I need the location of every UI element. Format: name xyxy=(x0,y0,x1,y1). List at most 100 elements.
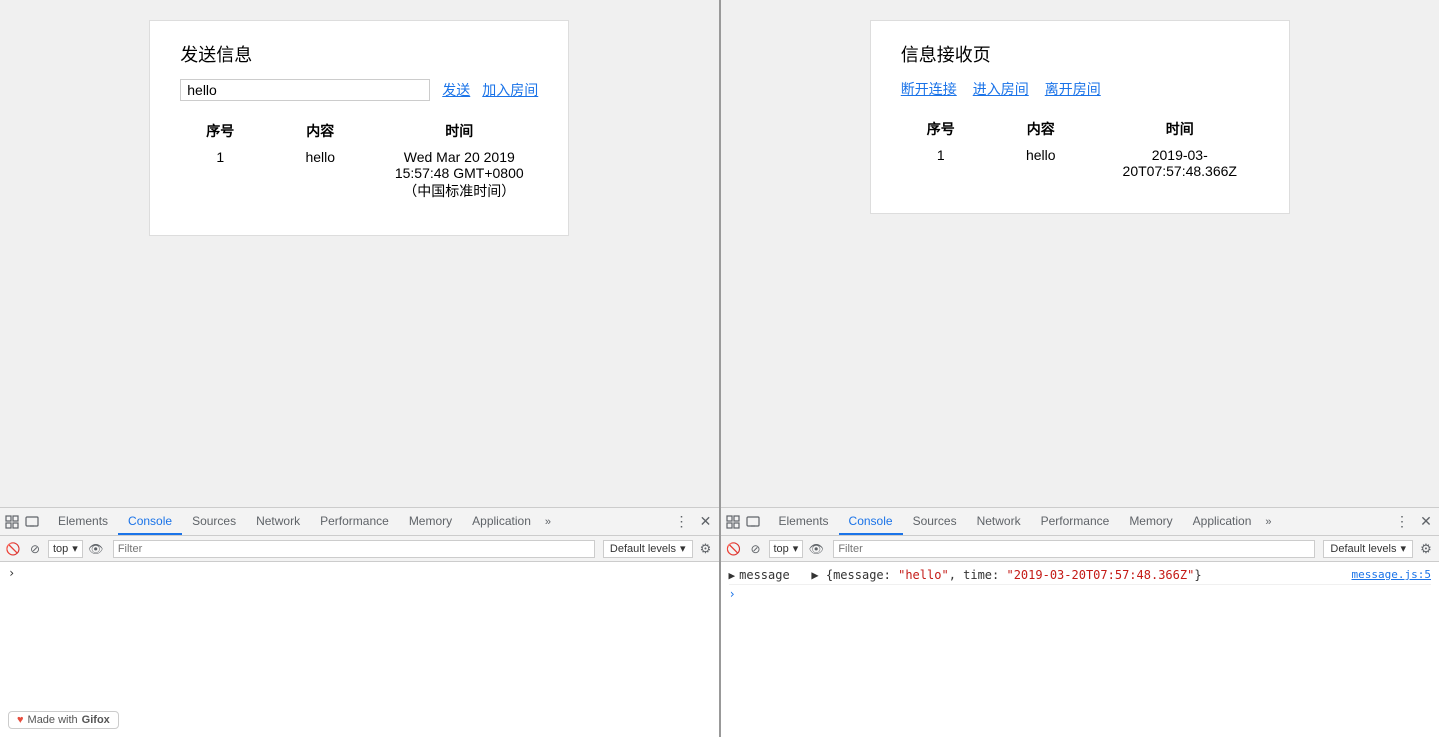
left-tab-memory[interactable]: Memory xyxy=(399,508,462,535)
right-tab-performance[interactable]: Performance xyxy=(1031,508,1120,535)
left-app-box: 发送信息 发送 加入房间 序号 内容 时间 1 xyxy=(149,20,569,236)
left-page-title: 发送信息 xyxy=(180,41,538,67)
left-devtools-menu-icon[interactable]: ⋮ xyxy=(673,513,691,531)
left-send-button[interactable]: 发送 xyxy=(442,80,470,100)
gifox-label: Made with xyxy=(28,714,78,726)
left-col-seq-header: 序号 xyxy=(180,117,260,145)
left-devtools-close-icon[interactable]: ✕ xyxy=(697,513,715,531)
right-log-arrow[interactable]: ▶ xyxy=(811,568,818,582)
left-device-icon[interactable] xyxy=(24,514,40,530)
right-enter-button[interactable]: 进入房间 xyxy=(973,79,1029,99)
left-tab-network[interactable]: Network xyxy=(246,508,310,535)
left-toolbar-block-icon[interactable]: ⊘ xyxy=(26,540,44,558)
left-col-content-header: 内容 xyxy=(260,117,380,145)
left-cell-time: Wed Mar 20 2019 15:57:48 GMT+0800 （中国标准时… xyxy=(380,145,538,205)
right-console-body: ▶ message ▶ {message: "hello", time: "20… xyxy=(721,562,1439,737)
left-levels-select[interactable]: Default levels ▾ xyxy=(603,540,693,558)
left-join-button[interactable]: 加入房间 xyxy=(482,80,538,100)
right-devtools-menu-icon[interactable]: ⋮ xyxy=(1393,513,1411,531)
gifox-brand: Gifox xyxy=(82,714,110,726)
right-col-seq-header: 序号 xyxy=(901,115,981,143)
left-browser-pane: 发送信息 发送 加入房间 序号 内容 时间 1 xyxy=(0,0,719,737)
right-cell-time: 2019-03-20T07:57:48.366Z xyxy=(1101,143,1259,183)
left-toolbar-clear-icon[interactable]: 🚫 xyxy=(4,540,22,558)
right-col-time-header: 时间 xyxy=(1101,115,1259,143)
left-filter-input[interactable] xyxy=(113,540,595,558)
left-table-row: 1 hello Wed Mar 20 2019 15:57:48 GMT+080… xyxy=(180,145,538,205)
right-toolbar-clear-icon[interactable]: 🚫 xyxy=(725,540,743,558)
right-tab-console[interactable]: Console xyxy=(839,508,903,535)
right-console-prompt[interactable]: › xyxy=(729,585,1432,603)
right-devtools-panel: Elements Console Sources Network Perform… xyxy=(721,507,1439,737)
left-cell-content: hello xyxy=(260,145,380,205)
left-devtools-panel: Elements Console Sources Network Perform… xyxy=(0,507,719,737)
right-leave-button[interactable]: 离开房间 xyxy=(1045,79,1101,99)
left-devtools-tabs: Elements Console Sources Network Perform… xyxy=(0,508,719,536)
right-log-text: message ▶ {message: "hello", time: "2019… xyxy=(739,568,1347,582)
left-context-label: top xyxy=(53,543,68,555)
left-console-caret[interactable]: › xyxy=(8,566,15,580)
right-tab-network[interactable]: Network xyxy=(967,508,1031,535)
right-cell-content: hello xyxy=(981,143,1101,183)
right-browser-pane: 信息接收页 断开连接 进入房间 离开房间 序号 内容 时间 xyxy=(721,0,1439,737)
right-devtools-tabs: Elements Console Sources Network Perform… xyxy=(721,508,1439,536)
left-tab-application[interactable]: Application xyxy=(462,508,541,535)
right-levels-arrow: ▾ xyxy=(1400,542,1406,555)
gifox-badge: ♥ Made with Gifox xyxy=(8,711,119,729)
right-console-log-row: ▶ message ▶ {message: "hello", time: "20… xyxy=(729,566,1432,585)
left-devtools-actions: ⋮ ✕ xyxy=(673,513,715,531)
right-tab-more[interactable]: » xyxy=(1265,516,1271,528)
left-levels-arrow: ▾ xyxy=(680,542,686,555)
right-disconnect-button[interactable]: 断开连接 xyxy=(901,79,957,99)
right-eye-icon[interactable]: 👁 xyxy=(807,540,825,558)
right-cell-seq: 1 xyxy=(901,143,981,183)
left-devtools-left-icons xyxy=(4,514,40,530)
left-tab-console[interactable]: Console xyxy=(118,508,182,535)
right-page-title: 信息接收页 xyxy=(901,41,1259,67)
right-tab-application[interactable]: Application xyxy=(1183,508,1262,535)
right-data-table: 序号 内容 时间 1 hello 2019-03-20T07:57:48.366… xyxy=(901,115,1259,183)
right-log-file-link[interactable]: message.js:5 xyxy=(1352,568,1431,581)
left-data-table: 序号 内容 时间 1 hello Wed Mar 20 2019 15:57:4… xyxy=(180,117,538,205)
right-devtools-left-icons xyxy=(725,514,761,530)
right-filter-input[interactable] xyxy=(833,540,1315,558)
left-context-select[interactable]: top ▾ xyxy=(48,540,83,558)
left-tab-performance[interactable]: Performance xyxy=(310,508,399,535)
left-page-content: 发送信息 发送 加入房间 序号 内容 时间 1 xyxy=(0,0,719,507)
left-tab-sources[interactable]: Sources xyxy=(182,508,246,535)
right-levels-select[interactable]: Default levels ▾ xyxy=(1323,540,1413,558)
right-tab-memory[interactable]: Memory xyxy=(1119,508,1182,535)
right-inspect-icon[interactable] xyxy=(725,514,741,530)
right-context-label: top xyxy=(774,543,789,555)
left-cell-seq: 1 xyxy=(180,145,260,205)
left-message-input[interactable] xyxy=(180,79,430,101)
left-tab-more[interactable]: » xyxy=(545,516,551,528)
right-log-content: {message: "hello", time: "2019-03-20T07:… xyxy=(826,568,1202,582)
right-log-caret[interactable]: ▶ xyxy=(729,569,736,582)
right-device-icon[interactable] xyxy=(745,514,761,530)
left-eye-icon[interactable]: 👁 xyxy=(87,540,105,558)
left-gear-icon[interactable]: ⚙ xyxy=(697,540,715,558)
right-toolbar-block-icon[interactable]: ⊘ xyxy=(747,540,765,558)
right-btn-group: 断开连接 进入房间 离开房间 xyxy=(901,79,1259,99)
left-levels-label: Default levels xyxy=(610,543,676,555)
left-inspect-icon[interactable] xyxy=(4,514,20,530)
right-col-content-header: 内容 xyxy=(981,115,1101,143)
right-table-row: 1 hello 2019-03-20T07:57:48.366Z xyxy=(901,143,1259,183)
right-tab-sources[interactable]: Sources xyxy=(903,508,967,535)
right-devtools-actions: ⋮ ✕ xyxy=(1393,513,1435,531)
right-context-select[interactable]: top ▾ xyxy=(769,540,804,558)
right-page-content: 信息接收页 断开连接 进入房间 离开房间 序号 内容 时间 xyxy=(721,0,1439,507)
left-context-arrow: ▾ xyxy=(72,542,78,555)
right-devtools-toolbar: 🚫 ⊘ top ▾ 👁 Default levels ▾ ⚙ xyxy=(721,536,1439,562)
left-input-row: 发送 加入房间 xyxy=(180,79,538,101)
right-levels-label: Default levels xyxy=(1330,543,1396,555)
right-gear-icon[interactable]: ⚙ xyxy=(1417,540,1435,558)
right-devtools-close-icon[interactable]: ✕ xyxy=(1417,513,1435,531)
left-col-time-header: 时间 xyxy=(380,117,538,145)
gifox-heart: ♥ xyxy=(17,714,24,726)
right-tab-elements[interactable]: Elements xyxy=(769,508,839,535)
right-context-arrow: ▾ xyxy=(793,542,799,555)
left-devtools-toolbar: 🚫 ⊘ top ▾ 👁 Default levels ▾ ⚙ xyxy=(0,536,719,562)
left-tab-elements[interactable]: Elements xyxy=(48,508,118,535)
